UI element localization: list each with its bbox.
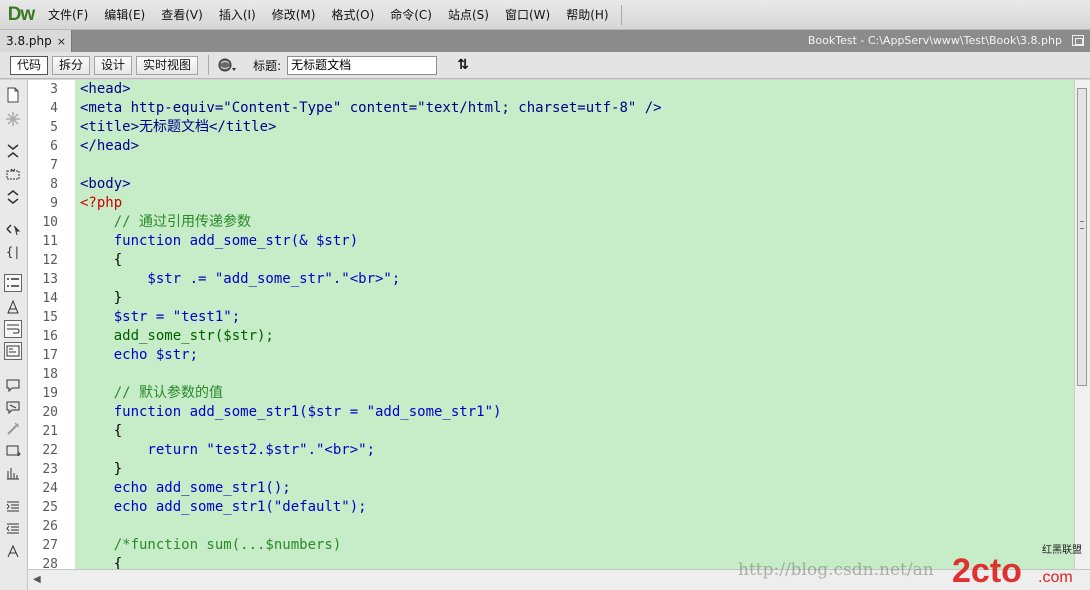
code-line[interactable]: // 默认参数的值 [80,384,223,403]
code-line[interactable]: } [80,289,122,308]
code-line[interactable]: // 通过引用传递参数 [80,213,251,232]
menu-modify[interactable]: 修改(M) [264,0,324,30]
menu-bar: Dw 文件(F) 编辑(E) 查看(V) 插入(I) 修改(M) 格式(O) 命… [0,0,1090,30]
line-number: 8 [50,177,58,192]
code-line[interactable]: $str .= "add_some_str"."<br>"; [80,270,400,289]
code-line[interactable]: </head> [80,137,139,156]
code-view-button[interactable]: 代码 [10,55,49,75]
document-toolbar: 代码 拆分 设计 实时视图 标题: 无标题文档 ⇅ [0,52,1090,79]
code-line[interactable]: add_some_str($str); [80,327,274,346]
line-number: 7 [50,158,58,173]
line-number: 20 [42,405,58,420]
menu-window[interactable]: 窗口(W) [497,0,558,30]
live-view-button[interactable]: 实时视图 [136,55,199,75]
split-view-button[interactable]: 拆分 [52,55,91,75]
line-number: 27 [42,538,58,553]
code-line[interactable]: return "test2.$str"."<br>"; [80,441,375,460]
menu-help[interactable]: 帮助(H) [558,0,616,30]
title-label: 标题: [253,58,282,73]
watermark-logo-text: 2cto [952,552,1022,586]
menu-separator [620,4,622,25]
code-line[interactable]: } [80,460,122,479]
document-tab-label: 3.8.php [6,34,52,48]
line-number: 22 [42,443,58,458]
scroll-left-icon[interactable]: ◀ [33,574,41,585]
code-line[interactable]: { [80,422,122,441]
vertical-scrollbar[interactable] [1074,80,1090,569]
code-line[interactable]: /*function sum(...$numbers) [80,536,342,555]
line-number: 26 [42,519,58,534]
toolbar-separator [208,55,210,75]
line-number: 14 [42,291,58,306]
watermark-logo: 红黑联盟 2cto .com [952,543,1082,586]
menu-site[interactable]: 站点(S) [440,0,497,30]
code-line[interactable]: <meta http-equiv="Content-Type" content=… [80,99,662,118]
line-number: 9 [50,196,58,211]
document-path: BookTest - C:\AppServ\www\Test\Book\3.8.… [807,34,1062,47]
line-number: 24 [42,481,58,496]
line-number: 16 [42,329,58,344]
line-number: 23 [42,462,58,477]
menu-insert[interactable]: 插入(I) [211,0,264,30]
line-number: 12 [42,253,58,268]
close-icon[interactable]: × [57,35,66,48]
menu-file[interactable]: 文件(F) [40,0,96,30]
line-number: 19 [42,386,58,401]
menu-view[interactable]: 查看(V) [153,0,211,30]
line-number: 4 [50,101,58,116]
code-line[interactable]: function add_some_str(& $str) [80,232,358,251]
line-number: 18 [42,367,58,382]
code-line[interactable]: { [80,251,122,270]
watermark-logo-suffix: .com [1038,569,1073,586]
code-line[interactable]: { [80,555,122,569]
code-line[interactable]: echo $str; [80,346,198,365]
line-number: 5 [50,120,58,135]
document-tab-bar: 3.8.php × BookTest - C:\AppServ\www\Test… [0,30,1090,52]
preview-in-browser-icon[interactable] [217,55,239,75]
code-line[interactable]: <body> [80,175,131,194]
line-number: 10 [42,215,58,230]
code-line[interactable]: function add_some_str1($str = "add_some_… [80,403,502,422]
line-number: 15 [42,310,58,325]
code-line[interactable]: <head> [80,80,131,99]
code-line[interactable]: $str = "test1"; [80,308,240,327]
code-line[interactable]: echo add_some_str1("default"); [80,498,367,517]
file-management-icon[interactable]: ⇅ [451,55,475,75]
line-number: 21 [42,424,58,439]
title-input[interactable]: 无标题文档 [287,55,438,75]
watermark-logo-top: 红黑联盟 [1042,543,1082,556]
design-view-button[interactable]: 设计 [94,55,133,75]
code-editor[interactable]: <head> <meta http-equiv="Content-Type" c… [75,80,1074,569]
line-number: 17 [42,348,58,363]
line-number: 25 [42,500,58,515]
line-number-gutter: 3 4 5 6 7 8 9 10 11 12 13 14 15 16 17 18… [28,80,75,572]
menu-format[interactable]: 格式(O) [323,0,382,30]
menu-edit[interactable]: 编辑(E) [96,0,153,30]
watermark-url: http://blog.csdn.net/an [738,560,934,580]
code-line[interactable]: echo add_some_str1(); [80,479,291,498]
restore-window-icon[interactable] [1072,35,1084,46]
scrollbar-thumb[interactable] [1077,88,1087,386]
menu-commands[interactable]: 命令(C) [382,0,440,30]
code-line[interactable]: <?php [80,194,122,213]
code-line[interactable]: <title>无标题文档</title> [80,118,276,137]
dreamweaver-logo: Dw [7,3,36,25]
line-number: 11 [42,234,58,249]
line-number: 6 [50,139,58,154]
document-tab[interactable]: 3.8.php × [0,30,72,52]
line-number: 13 [42,272,58,287]
line-number: 3 [50,82,58,97]
